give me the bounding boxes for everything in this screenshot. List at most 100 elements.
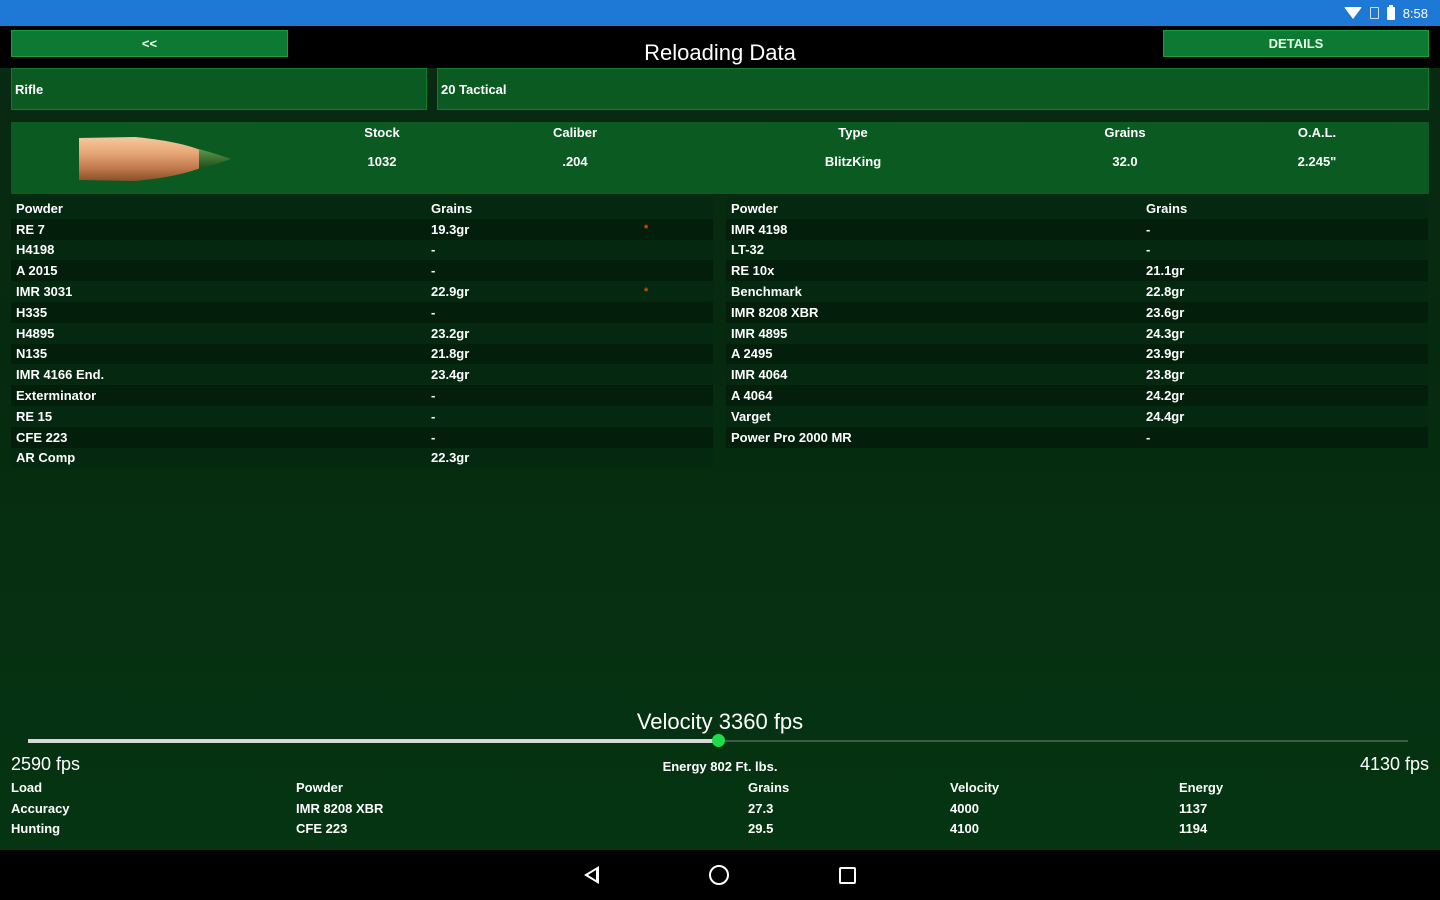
table-row[interactable]: Benchmark 22.8gr (726, 281, 1428, 302)
spec-value: 2.245" (1297, 154, 1337, 169)
powder-grains: 23.9gr (1146, 346, 1185, 362)
status-bar: 8:58 (0, 0, 1440, 26)
table-row[interactable]: Hunting CFE 223 29.5 4100 1194 (0, 821, 1440, 842)
load-name: Hunting (11, 821, 61, 836)
load-name: Accuracy (11, 800, 70, 816)
nav-bar (0, 850, 1440, 900)
details-button[interactable]: DETAILS (1163, 30, 1429, 57)
table-row[interactable]: RE 10x 21.1gr (726, 260, 1428, 282)
powder-grains: 24.3gr (1146, 325, 1185, 341)
category-selector[interactable]: Rifle (11, 68, 427, 110)
header-powder: Powder (296, 780, 343, 795)
powder-grains: - (431, 263, 436, 279)
nav-home-icon[interactable] (709, 865, 729, 885)
powder-name: IMR 8208 XBR (731, 304, 819, 320)
load-grains: 29.5 (748, 821, 774, 836)
back-button[interactable]: << (11, 30, 288, 57)
powder-grains: 23.2gr (431, 325, 470, 341)
bullet-panel: Stock 1032 Caliber .204 Type BlitzKing G… (11, 122, 1429, 194)
load-energy: 1137 (1179, 800, 1208, 816)
table-row[interactable]: N135 21.8gr (11, 343, 713, 365)
table-row[interactable]: CFE 223 - (11, 426, 713, 448)
table-row[interactable]: H4198 - (11, 239, 713, 261)
table-row[interactable]: H4895 23.2gr (11, 322, 713, 344)
table-row[interactable]: IMR 8208 XBR 23.6gr (726, 301, 1428, 323)
powder-grains: - (431, 429, 436, 445)
star-marker: * (644, 223, 649, 236)
table-row[interactable]: AR Comp 22.3gr (11, 447, 713, 469)
powder-grains: - (431, 304, 436, 320)
header-powder: Powder (16, 200, 63, 216)
table-row[interactable]: IMR 4166 End. 23.4gr (11, 364, 713, 386)
velocity-slider[interactable] (28, 734, 1408, 747)
nav-back-icon[interactable] (584, 866, 599, 884)
top-bar: << Reloading Data DETAILS (0, 26, 1440, 68)
table-row[interactable]: Power Pro 2000 MR - (726, 426, 1428, 448)
table-row[interactable]: H335 - (11, 301, 713, 323)
table-row[interactable]: LT-32 - (726, 239, 1428, 261)
page-title: Reloading Data (644, 40, 796, 65)
velocity-title: Velocity 3360 fps (636, 709, 804, 734)
powder-name: AR Comp (16, 450, 76, 466)
table-row[interactable]: IMR 4198 - (726, 218, 1428, 240)
powder-table-left: Powder Grains RE 7 19.3gr * H4198 - A 2015 - IM… (11, 198, 713, 469)
powder-name: A 2495 (731, 346, 773, 362)
table-row[interactable]: A 4064 24.2gr (726, 385, 1428, 406)
table-row[interactable]: IMR 4064 23.8gr (726, 364, 1428, 386)
spec-value: BlitzKing (824, 154, 882, 169)
powder-name: RE 15 (16, 408, 53, 424)
powder-grains: 22.3gr (431, 450, 470, 466)
nav-recents-icon[interactable] (839, 866, 856, 884)
spec-value: .204 (562, 154, 588, 169)
slider-fill (28, 739, 718, 743)
powder-name: IMR 3031 (16, 284, 73, 300)
spec-label: Grains (1104, 125, 1146, 140)
powder-name: A 2015 (16, 263, 58, 279)
table-header: Powder Grains (726, 198, 1428, 219)
table-row[interactable]: A 2495 23.9gr (726, 343, 1428, 365)
powder-grains: 24.2gr (1146, 388, 1185, 404)
velocity-max: 4130 fps (1359, 754, 1429, 774)
spec-label: Type (838, 125, 868, 140)
app-content: << Reloading Data DETAILS Rifle 20 Tacti… (0, 26, 1440, 850)
powder-name: H4198 (16, 242, 55, 258)
bullet-image (79, 137, 231, 181)
energy-label: Energy 802 Ft. lbs. (662, 759, 778, 774)
header-powder: Powder (731, 200, 778, 216)
powder-grains: 23.6gr (1146, 304, 1185, 320)
load-grains: 27.3 (748, 800, 774, 816)
powder-name: N135 (16, 346, 48, 362)
powder-grains: 23.8gr (1146, 367, 1185, 383)
loads-table: Load Powder Grains Velocity Energy Accur… (0, 780, 1440, 842)
header-grains: Grains (748, 780, 790, 795)
load-velocity: 4000 (950, 800, 979, 816)
table-row[interactable]: A 2015 - (11, 260, 713, 282)
powder-name: IMR 4064 (731, 367, 788, 383)
powder-name: IMR 4895 (731, 325, 788, 341)
table-row[interactable]: Exterminator - (11, 385, 713, 406)
table-row[interactable]: Varget 24.4gr (726, 405, 1428, 427)
powder-name: RE 7 (16, 221, 45, 237)
powder-name: CFE 223 (16, 429, 68, 445)
battery-icon (1386, 4, 1395, 20)
status-time: 8:58 (1402, 5, 1428, 21)
caliber-selector[interactable]: 20 Tactical (437, 68, 1429, 110)
load-powder: IMR 8208 XBR (296, 800, 384, 816)
table-row[interactable]: RE 7 19.3gr * (11, 218, 713, 240)
spec-label: O.A.L. (1297, 125, 1337, 140)
powder-name: RE 10x (731, 263, 775, 279)
powder-grains: - (1146, 221, 1151, 237)
table-row[interactable]: IMR 4895 24.3gr (726, 322, 1428, 344)
powder-name: A 4064 (731, 388, 773, 404)
load-velocity: 4100 (950, 821, 979, 836)
powder-grains: 22.9gr (431, 284, 470, 300)
table-row[interactable]: Accuracy IMR 8208 XBR 27.3 4000 1137 (0, 801, 1440, 822)
slider-thumb[interactable] (712, 734, 725, 747)
header-grains: Grains (1146, 200, 1188, 216)
wifi-icon (1343, 7, 1362, 19)
table-row[interactable]: RE 15 - (11, 405, 713, 427)
powder-name: Power Pro 2000 MR (731, 429, 852, 445)
table-row[interactable]: IMR 3031 22.9gr * (11, 281, 713, 302)
header-load: Load (11, 780, 43, 795)
powder-grains: 23.4gr (431, 367, 470, 383)
